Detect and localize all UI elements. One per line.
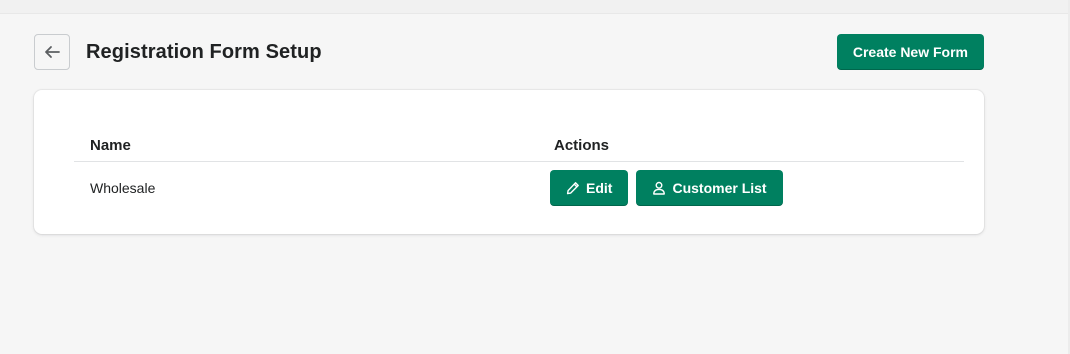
edit-button-label: Edit — [586, 180, 613, 196]
column-header-name: Name — [90, 137, 131, 154]
form-name-cell: Wholesale — [90, 180, 156, 196]
user-icon — [653, 181, 666, 195]
top-strip — [0, 0, 1070, 14]
column-header-actions: Actions — [554, 137, 610, 154]
forms-table: Name Actions Wholesale Edit Customer Lis… — [74, 130, 964, 214]
edit-button[interactable]: Edit — [550, 170, 629, 206]
table-header: Name Actions — [74, 130, 964, 162]
actions-cell: Edit Customer List — [550, 170, 783, 206]
create-new-form-button[interactable]: Create New Form — [836, 34, 984, 70]
forms-card: Name Actions Wholesale Edit Customer Lis… — [34, 90, 984, 234]
page-title: Registration Form Setup — [86, 40, 322, 63]
customer-list-button[interactable]: Customer List — [636, 170, 783, 206]
pencil-icon — [566, 182, 579, 195]
arrow-left-icon — [45, 46, 60, 58]
back-button[interactable] — [34, 34, 70, 70]
page-header: Registration Form Setup Create New Form — [34, 34, 984, 70]
customer-list-button-label: Customer List — [672, 180, 767, 196]
table-row: Wholesale Edit Customer List — [74, 162, 964, 214]
